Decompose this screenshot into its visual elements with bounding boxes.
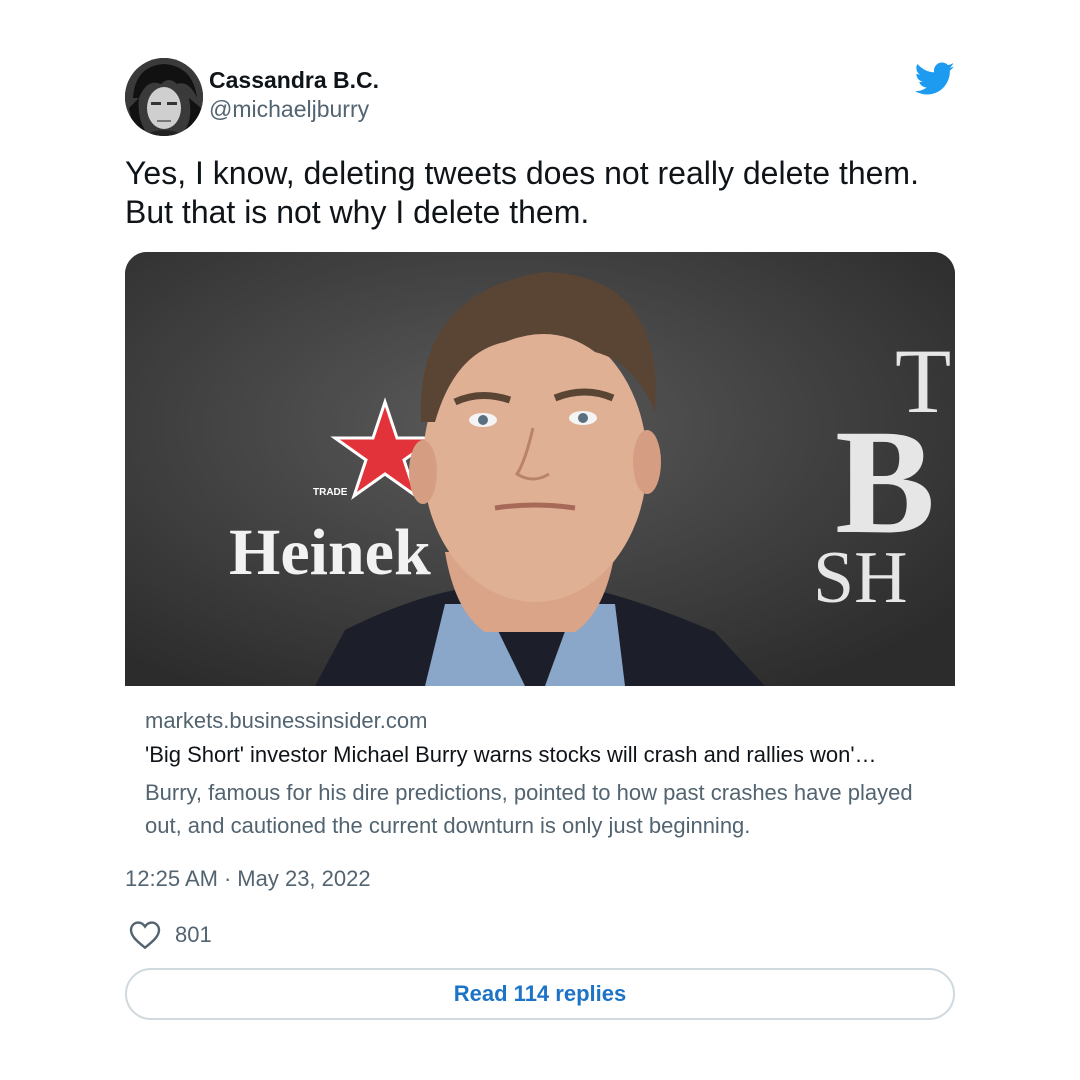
card-domain[interactable]: markets.businessinsider.com	[145, 706, 935, 736]
avatar[interactable]	[125, 58, 203, 136]
author-block: Cassandra B.C. @michaeljburry	[209, 66, 379, 124]
tweet-date[interactable]: May 23, 2022	[237, 866, 370, 891]
tweet-header: Cassandra B.C. @michaeljburry	[125, 58, 955, 138]
sign-big-short-sh: SH	[813, 537, 908, 619]
tweet-time[interactable]: 12:25 AM	[125, 866, 218, 891]
meta-separator: ·	[223, 866, 232, 891]
sign-trade-text: TRADE	[313, 487, 348, 498]
tweet-text-line-1: Yes, I know, deleting tweets does not re…	[125, 155, 919, 191]
card-title[interactable]: 'Big Short' investor Michael Burry warns…	[145, 740, 935, 770]
like-row[interactable]: 801	[125, 920, 955, 950]
card-body: markets.businessinsider.com 'Big Short' …	[125, 686, 955, 842]
tweet-text-line-2: But that is not why I delete them.	[125, 194, 590, 230]
twitter-bird-icon[interactable]	[915, 62, 955, 96]
tweet-embed: Cassandra B.C. @michaeljburry Yes, I kno…	[125, 58, 955, 1020]
link-card[interactable]: TRADE Heinek T B SH markets.businessinsi…	[125, 252, 955, 842]
display-name[interactable]: Cassandra B.C.	[209, 66, 379, 94]
tweet-text: Yes, I know, deleting tweets does not re…	[125, 154, 955, 232]
avatar-image	[125, 58, 203, 136]
tweet-meta: 12:25 AM · May 23, 2022	[125, 864, 955, 894]
card-image: TRADE Heinek T B SH	[125, 252, 955, 686]
card-description: Burry, famous for his dire predictions, …	[145, 780, 913, 838]
read-replies-button[interactable]: Read 114 replies	[125, 968, 955, 1020]
user-handle[interactable]: @michaeljburry	[209, 94, 379, 124]
like-count: 801	[175, 922, 212, 947]
sign-heineken-text: Heinek	[229, 516, 431, 589]
heart-outline-icon[interactable]	[129, 920, 161, 950]
